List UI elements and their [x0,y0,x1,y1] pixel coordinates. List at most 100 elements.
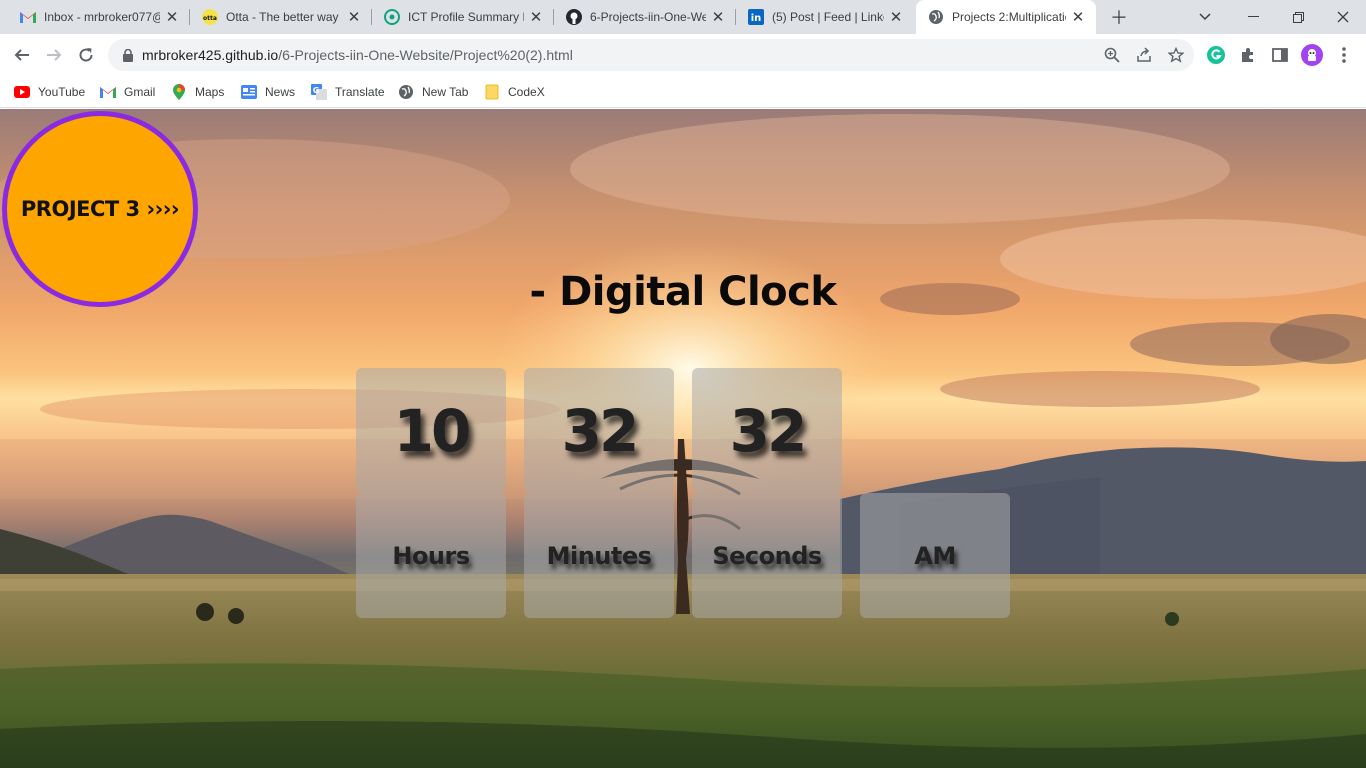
youtube-icon [14,84,30,100]
arrow-left-icon [14,49,29,61]
tab-search-button[interactable] [1185,0,1225,34]
tab-strip: Inbox - mrbroker077@ ✕ otta Otta - The b… [0,0,1366,34]
arrow-right-icon [47,49,62,61]
bookmarks-bar: YouTube Gmail Maps News G Translate New … [0,76,1366,108]
minimize-icon [1247,16,1259,17]
extensions-button[interactable] [1232,39,1264,71]
close-icon[interactable]: ✕ [346,9,362,26]
zoom-icon [1104,47,1120,63]
tab-title: ICT Profile Summary R [408,10,524,24]
url-host: mrbroker425.github.io [142,47,279,63]
lock-icon[interactable] [120,48,136,62]
url-text[interactable]: mrbroker425.github.io/6-Projects-iin-One… [142,47,573,63]
hours-label: Hours [392,541,470,570]
close-window-button[interactable] [1321,0,1365,34]
otta-icon: otta [202,9,218,25]
project-3-label: PROJECT 3 ›››› [20,197,180,221]
more-vert-icon [1342,47,1346,63]
close-icon[interactable]: ✕ [528,9,544,26]
seconds-label-card: Seconds [692,493,842,618]
zoom-button[interactable] [1096,39,1128,71]
address-bar[interactable]: mrbroker425.github.io/6-Projects-iin-One… [108,39,1194,71]
hours-value-card: 10 [356,368,506,493]
tab-github[interactable]: 6-Projects-iin-One-We ✕ [554,0,736,34]
menu-button[interactable] [1328,39,1360,71]
profile-button[interactable] [1296,39,1328,71]
side-panel-button[interactable] [1264,39,1296,71]
url-path: /6-Projects-iin-One-Website/Project%20(2… [278,47,573,63]
back-button[interactable] [6,39,38,71]
minutes-value: 32 [561,396,640,465]
browser-toolbar: mrbroker425.github.io/6-Projects-iin-One… [0,34,1366,76]
page-content: PROJECT 3 ›››› - Digital Clock 10 32 32 … [0,109,1366,768]
minutes-label-card: Minutes [524,493,674,618]
side-panel-icon [1272,48,1288,62]
period-card: AM [860,493,1010,618]
news-icon [241,84,257,100]
tab-title: (5) Post | Feed | Linked [772,10,884,24]
bookmark-folder-codex[interactable]: CodeX [484,83,545,101]
translate-icon: G [311,84,327,100]
bookmark-maps[interactable]: Maps [171,83,224,101]
restore-button[interactable] [1276,0,1320,34]
bookmark-label: New Tab [422,85,469,99]
minimize-button[interactable] [1231,0,1275,34]
close-icon[interactable]: ✕ [1070,9,1086,26]
reload-icon [79,48,93,62]
bookmark-label: News [265,85,296,99]
tab-otta[interactable]: otta Otta - The better way ✕ [190,0,372,34]
bookmark-label: Maps [195,85,225,99]
plus-icon: ＋ [1110,8,1128,28]
svg-text:in: in [751,13,762,24]
tab-title: Inbox - mrbroker077@ [44,10,160,24]
close-icon[interactable]: ✕ [888,9,904,26]
bookmark-label: Translate [335,85,385,99]
grammarly-extension[interactable] [1200,39,1232,71]
globe-icon [928,9,944,25]
am-pm-indicator: AM [914,541,956,570]
bookmark-label: YouTube [38,85,86,99]
tab-projects-active[interactable]: Projects 2:Multiplicatio ✕ [916,0,1096,34]
bookmark-translate[interactable]: G Translate [311,83,385,101]
globe-icon [398,84,414,100]
new-tab-button[interactable]: ＋ [1099,0,1139,34]
gmail-icon [20,9,36,25]
bookmark-gmail[interactable]: Gmail [100,83,155,101]
tab-chatgpt[interactable]: ICT Profile Summary R ✕ [372,0,554,34]
tab-title: Otta - The better way [226,10,339,24]
minutes-label: Minutes [546,541,652,570]
avatar [1301,44,1323,66]
linkedin-icon: in [748,9,764,25]
close-icon[interactable]: ✕ [710,9,726,26]
chevron-down-icon [1199,13,1211,21]
tab-title: 6-Projects-iin-One-We [590,10,706,24]
folder-icon [484,84,500,100]
star-icon [1168,47,1184,63]
tab-title: Projects 2:Multiplicatio [952,10,1066,24]
bookmark-star-button[interactable] [1160,39,1192,71]
puzzle-icon [1242,48,1253,62]
hours-value: 10 [393,396,472,465]
forward-button[interactable] [38,39,70,71]
seconds-label: Seconds [712,541,822,570]
hours-label-card: Hours [356,493,506,618]
bookmark-label: CodeX [508,85,545,99]
page-title: - Digital Clock [529,269,837,315]
chatgpt-icon [384,9,400,25]
close-icon [1337,11,1349,23]
tab-gmail[interactable]: Inbox - mrbroker077@ ✕ [8,0,190,34]
background-landscape [0,114,1366,768]
github-icon [566,9,582,25]
minutes-value-card: 32 [524,368,674,493]
bookmark-new-tab[interactable]: New Tab [398,83,468,101]
tab-linkedin[interactable]: in (5) Post | Feed | Linked ✕ [736,0,914,34]
svg-text:otta: otta [203,15,217,22]
bookmark-news[interactable]: News [241,83,295,101]
restore-icon [1292,11,1304,23]
reload-button[interactable] [70,39,102,71]
maps-icon [171,84,187,100]
share-icon [1137,47,1151,62]
bookmark-youtube[interactable]: YouTube [14,83,85,101]
share-button[interactable] [1128,39,1160,71]
close-icon[interactable]: ✕ [164,9,180,26]
